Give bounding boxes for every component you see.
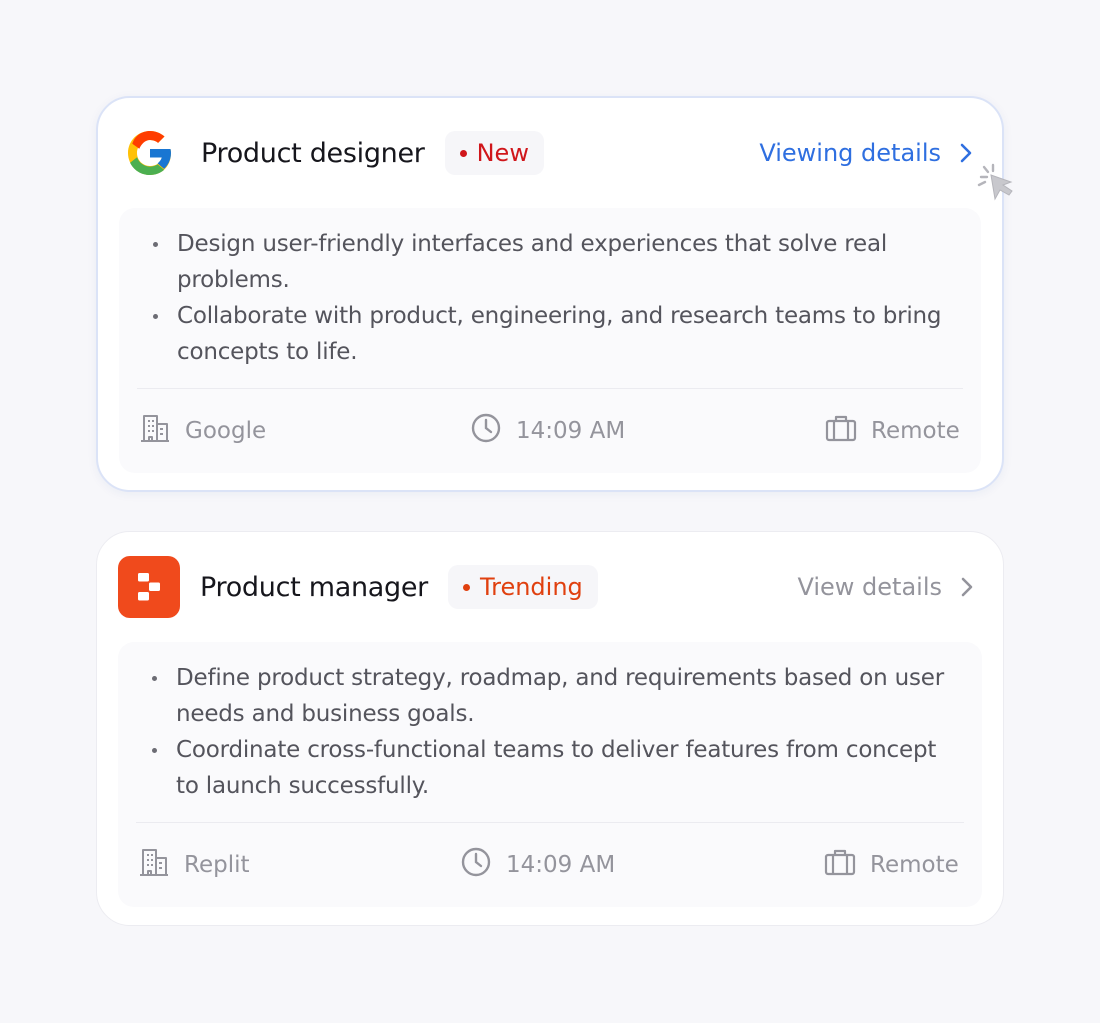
- list-item: Define product strategy, roadmap, and re…: [150, 660, 964, 732]
- google-logo: [119, 122, 181, 184]
- job-card-product-manager[interactable]: Product manager Trending View details De…: [96, 531, 1004, 926]
- company-name: Google: [185, 418, 267, 444]
- status-badge: Trending: [447, 565, 598, 609]
- chevron-right-icon: [960, 576, 982, 598]
- chevron-right-icon: [959, 142, 981, 164]
- badge-label: Trending: [479, 573, 583, 601]
- list-item: Design user-friendly interfaces and expe…: [151, 226, 963, 298]
- job-card-header: Product designer New Viewing details: [119, 98, 981, 208]
- job-details-panel: Define product strategy, roadmap, and re…: [118, 642, 982, 907]
- building-icon: [139, 413, 185, 449]
- location-label: Remote: [871, 418, 960, 444]
- clock-icon: [460, 846, 506, 884]
- badge-label: New: [476, 139, 529, 167]
- viewing-details-link[interactable]: Viewing details: [759, 139, 981, 167]
- responsibilities-list: Define product strategy, roadmap, and re…: [136, 660, 964, 823]
- job-card-header: Product manager Trending View details: [118, 532, 982, 642]
- company-meta: Google: [139, 413, 266, 449]
- time-meta: 14:09 AM: [460, 846, 615, 884]
- location-meta: Remote: [825, 414, 960, 448]
- location-label: Remote: [870, 852, 959, 878]
- building-icon: [138, 847, 184, 883]
- view-details-link[interactable]: View details: [797, 573, 982, 601]
- list-item: Coordinate cross-functional teams to del…: [150, 732, 964, 804]
- company-meta: Replit: [138, 847, 250, 883]
- responsibilities-list: Design user-friendly interfaces and expe…: [137, 226, 963, 389]
- company-name: Replit: [184, 852, 250, 878]
- details-label: View details: [797, 573, 942, 601]
- badge-dot: [459, 149, 467, 157]
- cursor-click-icon: [976, 163, 1020, 207]
- clock-icon: [470, 412, 516, 450]
- job-card-product-designer[interactable]: Product designer New Viewing details Des…: [96, 96, 1004, 492]
- job-details-panel: Design user-friendly interfaces and expe…: [119, 208, 981, 473]
- briefcase-icon: [824, 848, 870, 882]
- posted-time: 14:09 AM: [506, 852, 616, 878]
- posted-time: 14:09 AM: [516, 418, 626, 444]
- job-meta-row: Google 14:09 AM Remote: [137, 389, 963, 473]
- badge-dot: [462, 583, 470, 591]
- list-item: Collaborate with product, engineering, a…: [151, 298, 963, 370]
- job-meta-row: Replit 14:09 AM Remote: [136, 823, 964, 907]
- status-badge: New: [444, 131, 544, 175]
- job-title: Product designer: [201, 137, 425, 169]
- replit-logo: [118, 556, 180, 618]
- job-title: Product manager: [200, 571, 428, 603]
- time-meta: 14:09 AM: [470, 412, 625, 450]
- location-meta: Remote: [824, 848, 959, 882]
- briefcase-icon: [825, 414, 871, 448]
- details-label: Viewing details: [759, 139, 941, 167]
